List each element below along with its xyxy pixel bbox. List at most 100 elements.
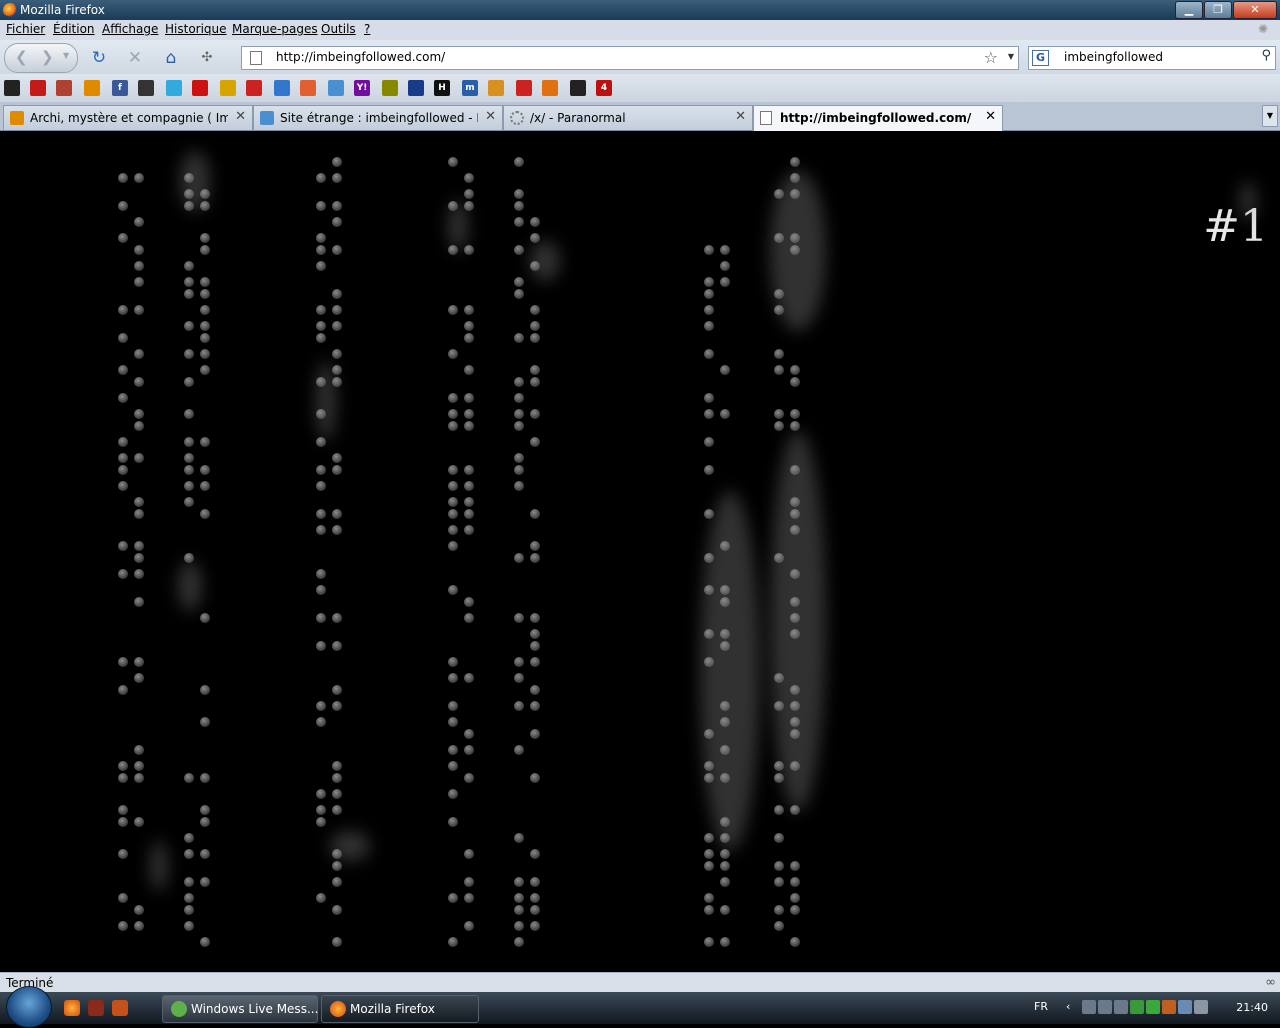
reload-icon[interactable]: ↻ [89, 48, 109, 68]
braille-dot [332, 217, 342, 227]
back-forward-buttons[interactable]: ❮ ❯ ▼ [4, 43, 78, 73]
braille-dot [514, 673, 524, 683]
smoke-wisp [150, 841, 168, 891]
tab-close-icon[interactable]: ✕ [985, 109, 996, 124]
smoke-wisp [448, 201, 468, 251]
volume-icon[interactable] [1194, 1000, 1208, 1014]
tray-check-icon[interactable] [1130, 1000, 1144, 1014]
bookmark-bookmark-4-icon[interactable] [84, 80, 100, 96]
minimize-button[interactable]: ▁ [1175, 1, 1203, 19]
braille-dot [514, 217, 524, 227]
tray-monitor-icon[interactable] [1178, 1000, 1192, 1014]
search-engine-icon[interactable]: G [1032, 50, 1049, 66]
braille-dot [134, 921, 144, 931]
braille-dot [464, 525, 474, 535]
search-icon[interactable]: ⚲ [1261, 48, 1271, 63]
title-bar: Mozilla Firefox ▁ ❐ ✕ [0, 0, 1280, 20]
bookmark-bookmark-6-icon[interactable] [138, 80, 154, 96]
bookmark-bookmark-10-icon[interactable] [246, 80, 262, 96]
bookmark-bookmark-19-icon[interactable] [488, 80, 504, 96]
home-icon[interactable]: ⌂ [161, 48, 181, 68]
menu-marque-pages[interactable]: Marque-pages [232, 22, 318, 36]
tab-close-icon[interactable]: ✕ [485, 109, 496, 124]
window-controls: ▁ ❐ ✕ [1175, 1, 1277, 19]
addon-status-icon[interactable]: ∞ [1265, 975, 1276, 990]
system-tray: ‹ [1066, 1000, 1208, 1014]
bookmark-bookmark-1-icon[interactable] [4, 80, 20, 96]
search-bar[interactable]: G imbeingfollowed ⚲ [1028, 46, 1276, 70]
url-bar[interactable]: http://imbeingfollowed.com/ ☆ ▼ [241, 46, 1019, 70]
bookmark-bookmark-15-icon[interactable] [382, 80, 398, 96]
taskbar-messenger-button[interactable]: Windows Live Mess... [162, 995, 318, 1023]
menu-affichage[interactable]: Affichage [102, 22, 158, 36]
braille-dot [184, 277, 194, 287]
tab-archi[interactable]: Archi, mystère et compagnie ( Imbe... ✕ [3, 105, 253, 130]
start-button[interactable] [6, 986, 52, 1028]
bookmark-youtube-icon[interactable] [192, 80, 208, 96]
menu-edition[interactable]: Édition [53, 22, 95, 36]
tray-signal-icon[interactable] [1146, 1000, 1160, 1014]
braille-dot [332, 321, 342, 331]
forward-arrow-icon[interactable]: ❯ [41, 48, 54, 66]
bookmark-bookmark-16-icon[interactable] [408, 80, 424, 96]
url-text[interactable]: http://imbeingfollowed.com/ [276, 50, 445, 64]
braille-dot [118, 305, 128, 315]
history-dropdown-icon[interactable]: ▼ [63, 51, 69, 60]
bookmark-bookmark-11-icon[interactable] [274, 80, 290, 96]
braille-dot [704, 893, 714, 903]
bookmark-bookmark-12-icon[interactable] [300, 80, 316, 96]
quicklaunch-app2-icon[interactable] [112, 1000, 128, 1016]
braille-dot [514, 421, 524, 431]
tray-app2-icon[interactable] [1162, 1000, 1176, 1014]
braille-dot [790, 937, 800, 947]
tab-imbeingfollowed[interactable]: http://imbeingfollowed.com/ ✕ [753, 105, 1003, 131]
clock[interactable]: 21:40 [1236, 1001, 1268, 1014]
braille-dot [514, 657, 524, 667]
bookmark-bookmark-20-icon[interactable] [516, 80, 532, 96]
braille-dot [464, 393, 474, 403]
bookmark-bookmark-18-icon[interactable]: m [462, 80, 478, 96]
bookmark-bookmark-23-icon[interactable]: 4 [596, 80, 612, 96]
tray-expand-icon[interactable]: ‹ [1066, 1000, 1080, 1014]
bookmark-yahoo-icon[interactable]: Y! [354, 80, 370, 96]
tray-network-icon[interactable] [1098, 1000, 1112, 1014]
tab-paranormal[interactable]: /x/ - Paranormal ✕ [503, 105, 753, 130]
menu-outils[interactable]: Outils [321, 22, 356, 36]
quicklaunch-app-icon[interactable] [88, 1000, 104, 1016]
braille-dot [200, 321, 210, 331]
extension-icon[interactable]: ✣ [197, 48, 217, 68]
braille-dot [774, 905, 784, 915]
stop-icon[interactable]: ✕ [125, 48, 145, 68]
braille-dot [332, 157, 342, 167]
braille-dot [118, 465, 128, 475]
tab-list-button[interactable]: ▼ [1262, 105, 1278, 127]
close-button[interactable]: ✕ [1233, 1, 1277, 19]
quicklaunch-firefox-icon[interactable] [64, 1000, 80, 1016]
taskbar-firefox-button[interactable]: Mozilla Firefox [321, 995, 479, 1023]
bookmark-bookmark-22-icon[interactable] [570, 80, 586, 96]
maximize-button[interactable]: ❐ [1204, 1, 1232, 19]
url-dropdown-icon[interactable]: ▼ [1008, 52, 1014, 61]
tab-site-etrange[interactable]: Site étrange : imbeingfollowed - Bla... … [253, 105, 503, 130]
tab-close-icon[interactable]: ✕ [235, 109, 246, 124]
braille-dot [464, 409, 474, 419]
bookmark-bookmark-9-icon[interactable] [220, 80, 236, 96]
bookmark-facebook-icon[interactable]: f [112, 80, 128, 96]
tab-close-icon[interactable]: ✕ [735, 109, 746, 124]
menu-fichier[interactable]: Fichier [6, 22, 45, 36]
bookmark-twitter-icon[interactable] [166, 80, 182, 96]
braille-dot [200, 305, 210, 315]
bookmark-bookmark-13-icon[interactable] [328, 80, 344, 96]
bookmark-bookmark-3-icon[interactable] [56, 80, 72, 96]
search-input[interactable]: imbeingfollowed [1064, 50, 1163, 64]
bookmark-star-icon[interactable]: ☆ [984, 48, 998, 67]
menu-historique[interactable]: Historique [165, 22, 227, 36]
tray-steam-icon[interactable] [1082, 1000, 1096, 1014]
bookmark-bookmark-21-icon[interactable] [542, 80, 558, 96]
language-indicator[interactable]: FR [1034, 1000, 1048, 1013]
back-arrow-icon[interactable]: ❮ [15, 48, 28, 66]
bookmark-bookmark-17-icon[interactable]: H [434, 80, 450, 96]
bookmark-bookmark-2-icon[interactable] [30, 80, 46, 96]
menu-help[interactable]: ? [364, 22, 370, 36]
tray-app-icon[interactable] [1114, 1000, 1128, 1014]
